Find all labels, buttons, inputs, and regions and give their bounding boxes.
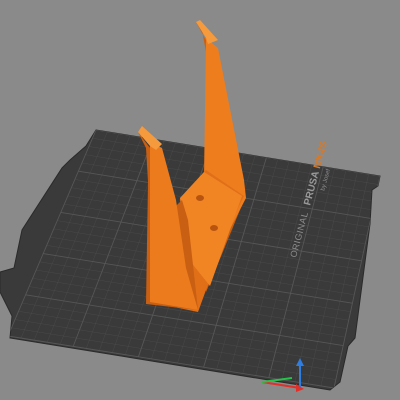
- model-hole-1: [196, 195, 204, 201]
- model-hole-2: [210, 225, 218, 231]
- 3d-viewport[interactable]: ORIGINAL PRUSA MK4S by Josef Prusa: [0, 0, 400, 400]
